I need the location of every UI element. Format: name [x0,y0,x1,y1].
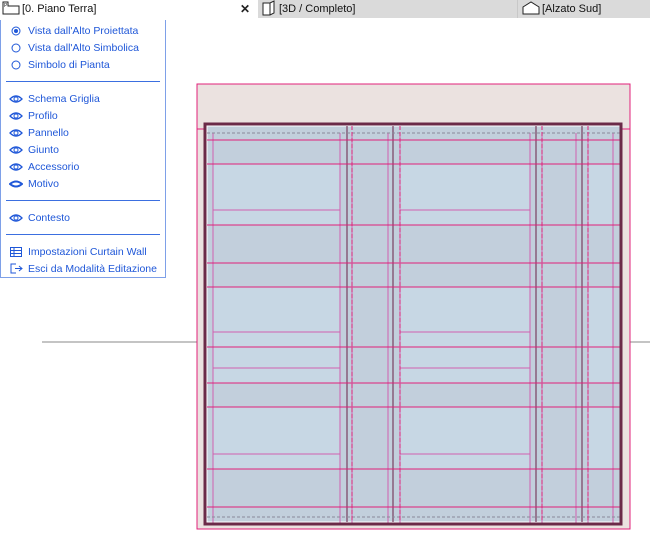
3d-box-icon [261,0,279,19]
menu-label: Contesto [28,211,71,224]
panel [351,382,389,408]
eye-icon [9,144,23,156]
menu-label: Schema Griglia [28,92,100,105]
panel [541,139,577,165]
menu-item-visibility[interactable]: Motivo [1,175,165,192]
menu-label: Esci da Modalità Editazione [28,262,157,275]
radio-icon [9,59,23,71]
panel [399,468,531,508]
exit-icon [9,263,23,275]
panel [351,262,389,288]
panel [541,406,577,470]
panel [587,406,614,470]
elevation-house-icon [522,0,542,18]
panel [351,406,389,470]
menu-item-esci[interactable]: Esci da Modalità Editazione [1,260,165,277]
menu-label: Vista dall'Alto Proiettata [28,24,139,37]
menu-label: Pannello [28,126,69,139]
menu-separator [6,200,160,201]
panel [351,224,389,264]
tab-bar: P [0. Piano Terra] ✕ [3D / Completo] [Al… [0,0,650,18]
menu-item-vista-simbolica[interactable]: Vista dall'Alto Simbolica [1,39,165,56]
panel [399,139,531,165]
eye-closed-icon [9,178,23,190]
panel [212,139,341,165]
menu-label: Impostazioni Curtain Wall [28,245,147,258]
panel [587,163,614,226]
panel [351,346,389,384]
panel [212,262,341,288]
tab-label: [3D / Completo] [279,3,356,15]
panel [212,382,341,408]
panel [212,163,341,226]
menu-label: Motivo [28,177,59,190]
menu-label: Accessorio [28,160,80,173]
menu-label: Simbolo di Pianta [28,58,110,71]
menu-item-vista-proiettata[interactable]: Vista dall'Alto Proiettata [1,22,165,39]
menu-item-visibility[interactable]: Accessorio [1,158,165,175]
menu-label: Giunto [28,143,59,156]
panel [212,406,341,470]
menu-separator [6,81,160,82]
panel [541,262,577,288]
panel [541,346,577,384]
menu-label: Vista dall'Alto Simbolica [28,41,139,54]
panel [399,286,531,348]
radio-icon [9,42,23,54]
panel [587,262,614,288]
panel [541,468,577,508]
panel [587,139,614,165]
panel [399,406,531,470]
curtain-wall-context-menu: Vista dall'Alto Proiettata Vista dall'Al… [0,20,166,278]
eye-icon [9,127,23,139]
panel [212,468,341,508]
panel [541,163,577,226]
panel [399,346,531,384]
panel [587,468,614,508]
tab-label: [Alzato Sud] [542,3,602,15]
panel [212,286,341,348]
tab-piano-terra[interactable]: P [0. Piano Terra] [0,0,258,18]
menu-item-simbolo-pianta[interactable]: Simbolo di Pianta [1,56,165,73]
panel [351,286,389,348]
panel [587,382,614,408]
panel [541,286,577,348]
panel [541,224,577,264]
panel [399,382,531,408]
panel [541,382,577,408]
radio-selected-icon [9,25,23,37]
eye-icon [9,110,23,122]
eye-icon [9,212,23,224]
menu-item-impostazioni[interactable]: Impostazioni Curtain Wall [1,243,165,260]
menu-item-visibility[interactable]: Pannello [1,124,165,141]
panel [399,224,531,264]
floor-plan-icon: P [2,1,22,18]
menu-item-visibility[interactable]: Profilo [1,107,165,124]
panel [351,139,389,165]
menu-item-visibility[interactable]: Schema Griglia [1,90,165,107]
tab-alzato-sud[interactable]: [Alzato Sud] [517,0,650,18]
eye-icon [9,161,23,173]
curtain-wall-settings-icon [9,246,23,258]
close-tab-icon[interactable]: ✕ [240,2,250,16]
panel [587,346,614,384]
svg-text:P: P [4,3,8,9]
menu-item-visibility[interactable]: Giunto [1,141,165,158]
eye-icon [9,93,23,105]
tab-3d-completo[interactable]: [3D / Completo] [258,0,517,18]
panel [351,468,389,508]
panel [587,224,614,264]
panel [212,224,341,264]
panel [399,163,531,226]
menu-separator [6,234,160,235]
panel [351,163,389,226]
menu-label: Profilo [28,109,58,122]
tab-label: [0. Piano Terra] [22,3,97,15]
panel [587,286,614,348]
panel [212,346,341,384]
menu-item-contesto[interactable]: Contesto [1,209,165,226]
panel [399,262,531,288]
